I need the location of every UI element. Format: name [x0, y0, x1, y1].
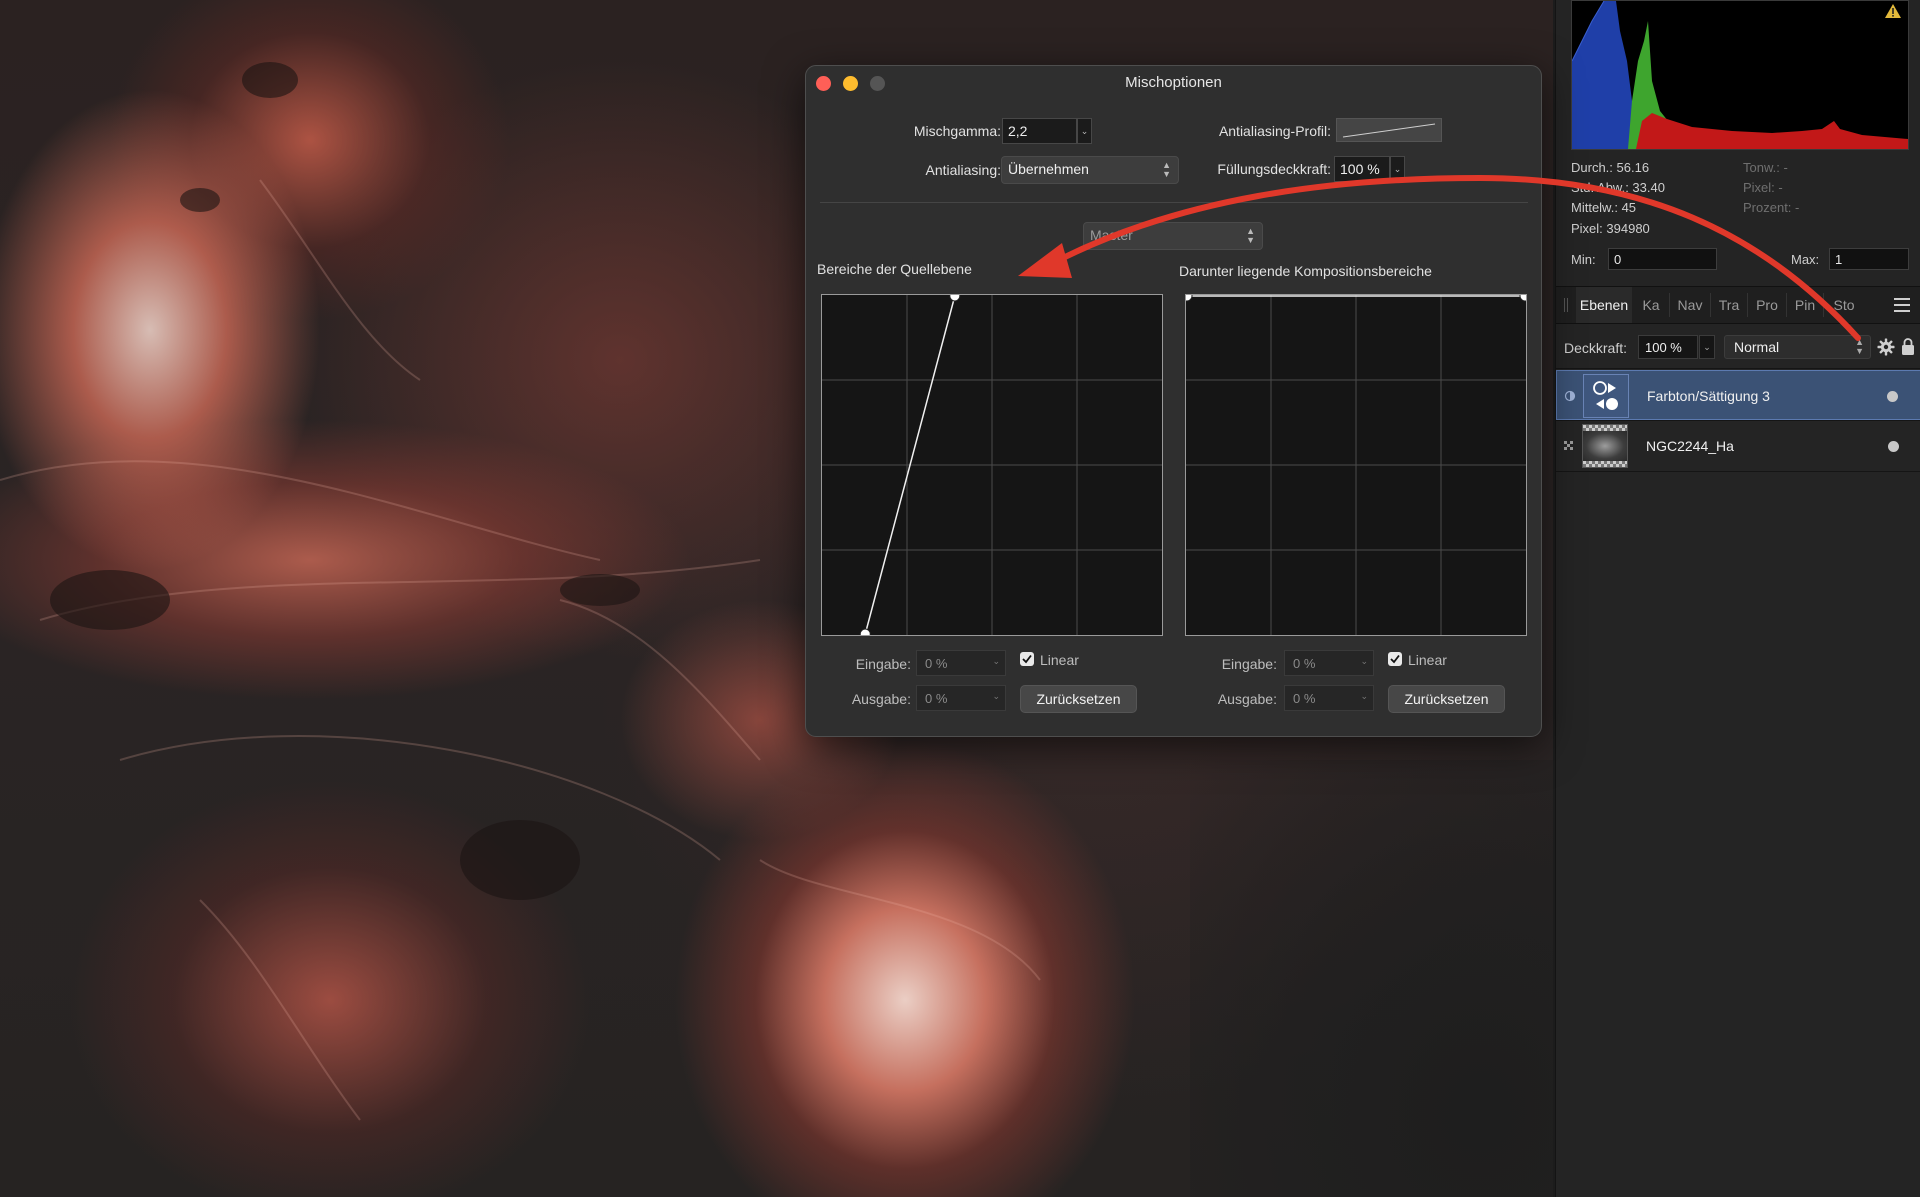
layer-thumbnail [1582, 424, 1628, 468]
layer-row-ngc2244[interactable]: NGC2244_Ha [1556, 421, 1920, 471]
updown-chevron-icon: ▲ ▼ [1855, 337, 1864, 356]
layer-status-dot[interactable] [1887, 391, 1898, 402]
gear-icon[interactable] [1877, 338, 1895, 356]
underlying-input-label: Eingabe: [1221, 656, 1277, 672]
stat-percent: Prozent: - [1743, 200, 1800, 215]
underlying-linear-label: Linear [1408, 652, 1447, 668]
underlying-input-field[interactable]: 0 % ⌄ [1284, 650, 1374, 676]
source-input-label: Eingabe: [855, 656, 911, 672]
source-linear-checkbox[interactable] [1020, 652, 1034, 666]
source-input-field[interactable]: 0 % ⌄ [916, 650, 1006, 676]
histogram-graph [1572, 1, 1908, 149]
blend-mode-select[interactable]: Normal ▲ ▼ [1724, 335, 1871, 359]
right-panel: Durch.: 56.16 Std. Abw.: 33.40 Mittelw.:… [1555, 0, 1920, 1197]
curve-control-point[interactable] [1519, 295, 1526, 302]
source-curve-svg[interactable] [822, 295, 1162, 635]
pixel-layer-type-icon [1564, 441, 1573, 450]
panel-menu-icon[interactable] [1894, 298, 1910, 312]
layer-controls: Deckkraft: 100 % ⌄ Normal ▲ ▼ [1556, 328, 1920, 366]
antialiasing-profile-label: Antialiasing-Profil: [1218, 123, 1331, 139]
underlying-ranges-graph[interactable] [1185, 294, 1527, 636]
layer-status-dot[interactable] [1888, 441, 1899, 452]
source-ranges-graph[interactable] [821, 294, 1163, 636]
tab-stock[interactable]: Sto [1824, 287, 1864, 323]
opacity-field[interactable]: 100 % [1638, 335, 1698, 359]
visibility-toggle-icon[interactable] [1564, 390, 1576, 402]
stat-median: Mittelw.: 45 [1571, 200, 1637, 215]
source-ranges-title: Bereiche der Quellebene [817, 261, 972, 277]
separator [820, 202, 1528, 203]
fill-opacity-dropdown[interactable]: ⌄ [1390, 156, 1405, 182]
antialiasing-label: Antialiasing: [925, 162, 1002, 178]
tab-navigator[interactable]: Nav [1670, 287, 1710, 323]
stat-pixel: Pixel: - [1743, 180, 1783, 195]
stat-mean: Durch.: 56.16 [1571, 160, 1650, 175]
curve-control-point[interactable] [949, 295, 961, 302]
tab-properties[interactable]: Pro [1748, 287, 1786, 323]
layer-row-hue-saturation[interactable]: Farbton/Sättigung 3 [1556, 370, 1920, 420]
canvas-dark-area [1190, 760, 1553, 1197]
blend-gamma-field[interactable]: 2,2 [1002, 118, 1077, 144]
channel-select[interactable]: Master ▲ ▼ [1083, 222, 1263, 250]
source-output-field[interactable]: 0 % ⌄ [916, 685, 1006, 711]
channel-value: Master [1090, 227, 1133, 243]
stat-pixels: Pixel: 394980 [1571, 221, 1650, 236]
blend-gamma-label: Mischgamma: [913, 123, 1001, 139]
layer-name[interactable]: Farbton/Sättigung 3 [1647, 388, 1770, 404]
underlying-ranges-title: Darunter liegende Kompositionsbereiche [1179, 263, 1432, 279]
stat-tonal: Tonw.: - [1743, 160, 1788, 175]
blend-options-dialog: Mischoptionen Mischgamma: 2,2 ⌄ Antialia… [805, 65, 1542, 737]
underlying-reset-button[interactable]: Zurücksetzen [1388, 685, 1505, 713]
curve-control-point[interactable] [1186, 295, 1193, 302]
underlying-curve-svg[interactable] [1186, 295, 1526, 635]
lock-icon[interactable] [1901, 337, 1915, 356]
max-field[interactable]: 1 [1829, 248, 1909, 270]
source-linear-label: Linear [1040, 652, 1079, 668]
min-label: Min: [1571, 252, 1596, 267]
panel-grip-icon[interactable] [1564, 298, 1570, 312]
opacity-label: Deckkraft: [1564, 340, 1628, 356]
source-output-label: Ausgabe: [851, 691, 911, 707]
warning-icon[interactable] [1884, 3, 1902, 19]
blend-mode-value: Normal [1734, 339, 1780, 355]
curve-control-point[interactable] [859, 628, 871, 635]
underlying-linear-checkbox[interactable] [1388, 652, 1402, 666]
tab-transform[interactable]: Tra [1711, 287, 1747, 323]
histogram [1571, 0, 1909, 150]
opacity-dropdown-button[interactable]: ⌄ [1699, 335, 1715, 359]
panel-tabbar: Ebenen Ka Nav Tra Pro Pin Sto [1556, 286, 1920, 324]
tab-channels[interactable]: Ka [1634, 287, 1668, 323]
source-reset-button[interactable]: Zurücksetzen [1020, 685, 1137, 713]
underlying-output-field[interactable]: 0 % ⌄ [1284, 685, 1374, 711]
fill-opacity-field[interactable]: 100 % [1334, 156, 1390, 182]
layer-name[interactable]: NGC2244_Ha [1646, 438, 1734, 454]
adjustment-layer-icon [1583, 374, 1629, 418]
antialiasing-value: Übernehmen [1008, 161, 1089, 177]
tab-pins[interactable]: Pin [1787, 287, 1823, 323]
dialog-title: Mischoptionen [1125, 74, 1222, 91]
min-field[interactable]: 0 [1608, 248, 1717, 270]
updown-chevron-icon: ▲ ▼ [1246, 226, 1255, 245]
tab-layers[interactable]: Ebenen [1576, 287, 1632, 323]
fill-opacity-label: Füllungsdeckkraft: [1217, 161, 1331, 177]
underlying-output-label: Ausgabe: [1217, 691, 1277, 707]
stat-std-dev: Std. Abw.: 33.40 [1571, 180, 1665, 195]
max-label: Max: [1791, 252, 1820, 267]
antialiasing-profile-curve[interactable] [1336, 118, 1442, 142]
blend-gamma-dropdown[interactable]: ⌄ [1077, 118, 1092, 144]
